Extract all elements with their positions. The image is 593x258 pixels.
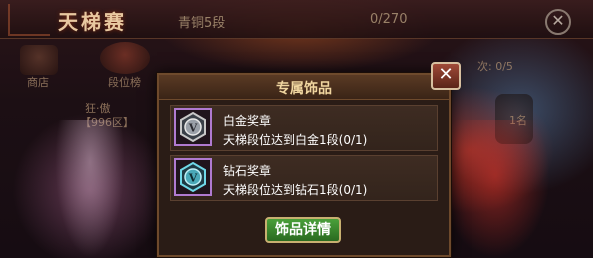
- rank-board-icon[interactable]: [100, 42, 150, 74]
- item-desc: 天梯段位达到白金1段(0/1): [223, 133, 368, 147]
- character-figure-left: [55, 120, 125, 258]
- current-rank: 青铜5段: [178, 16, 226, 31]
- list-item[interactable]: V 钻石奖章 天梯段位达到钻石1段(0/1): [170, 155, 438, 201]
- medal-letter: V: [188, 122, 198, 135]
- accessory-modal: 专属饰品 V 白金奖章 天梯段位达到白金1段(0/1) V 钻石奖章 天梯段位达…: [157, 73, 451, 257]
- accessory-detail-button[interactable]: 饰品详情: [265, 217, 341, 243]
- top-bar: 天梯赛 青铜5段 0/270 ✕: [0, 0, 593, 39]
- item-desc: 天梯段位达到钻石1段(0/1): [223, 183, 368, 197]
- item-name: 白金奖章: [223, 114, 272, 128]
- ornament-icon: [8, 4, 50, 36]
- item-name: 钻石奖章: [223, 164, 272, 178]
- close-icon[interactable]: ✕: [545, 9, 571, 35]
- shop-icon[interactable]: [20, 45, 58, 75]
- list-item[interactable]: V 白金奖章 天梯段位达到白金1段(0/1): [170, 105, 438, 151]
- platinum-medal-icon: V: [174, 108, 212, 146]
- rank-progress: 0/270: [370, 12, 408, 27]
- page-title: 天梯赛: [58, 10, 127, 34]
- medal-letter: V: [188, 172, 198, 185]
- diamond-medal-icon: V: [174, 158, 212, 196]
- challenge-counter: 次: 0/5: [477, 60, 513, 73]
- shop-label: 商店: [27, 76, 49, 89]
- close-icon[interactable]: ✕: [431, 62, 461, 90]
- modal-header: 专属饰品: [159, 75, 449, 100]
- character-figure-right: [440, 120, 550, 258]
- rank-board-label: 段位榜: [108, 76, 141, 89]
- modal-title: 专属饰品: [276, 81, 332, 97]
